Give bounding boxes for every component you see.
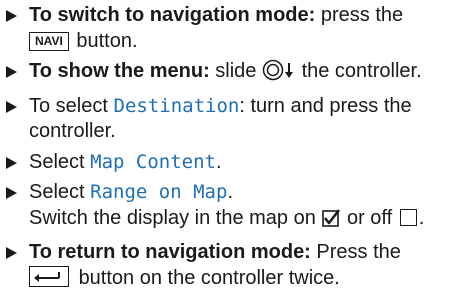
step-text: button.: [76, 29, 138, 52]
step-text: Switch the display in the map on: [29, 206, 316, 229]
step-switch-to-navigation: To switch to navigation mode: press the …: [2, 3, 463, 54]
step-text: Select: [29, 181, 85, 203]
step-text: .: [418, 206, 425, 229]
step-select-range-on-map: Select Range on Map. Switch the display …: [2, 180, 463, 235]
step-text: press the: [320, 4, 404, 26]
step-text: Select: [29, 150, 85, 173]
step-text: the controller.: [301, 60, 422, 82]
step-arrow-icon: [6, 247, 17, 259]
controller-slide-down-icon: [262, 59, 296, 89]
step-arrow-icon: [6, 156, 17, 169]
step-text: slide: [215, 60, 257, 82]
step-select-map-content: Select Map Content.: [2, 150, 463, 176]
step-text: To select: [29, 94, 108, 117]
step-lead: To show the menu:: [29, 60, 210, 82]
navi-key-label: NAVI: [29, 31, 69, 51]
menu-item-destination: Destination: [113, 94, 240, 117]
checkbox-empty-icon: [399, 208, 417, 226]
step-text: button on the controller twice.: [78, 266, 340, 289]
step-text: .: [216, 150, 222, 173]
step-show-menu: To show the menu: slide the controller.: [2, 59, 463, 89]
step-text: .: [227, 181, 233, 203]
step-arrow-icon: [6, 100, 17, 113]
back-arrow-icon: [29, 265, 69, 287]
step-return-to-navigation: To return to navigation mode: Press the …: [2, 240, 463, 291]
checkbox-checked-icon: [321, 208, 341, 236]
step-arrow-icon: [6, 66, 17, 78]
instruction-list: To switch to navigation mode: press the …: [0, 0, 463, 291]
step-select-destination: To select Destination: turn and press th…: [2, 94, 463, 145]
menu-item-range-on-map: Range on Map: [90, 181, 228, 203]
step-text: Press the: [316, 241, 401, 263]
menu-item-map-content: Map Content: [90, 150, 216, 173]
step-lead: To return to navigation mode:: [29, 241, 311, 263]
step-arrow-icon: [6, 10, 17, 22]
step-arrow-icon: [6, 187, 17, 199]
step-lead: To switch to navigation mode:: [29, 4, 316, 26]
step-text: or off: [346, 206, 393, 229]
